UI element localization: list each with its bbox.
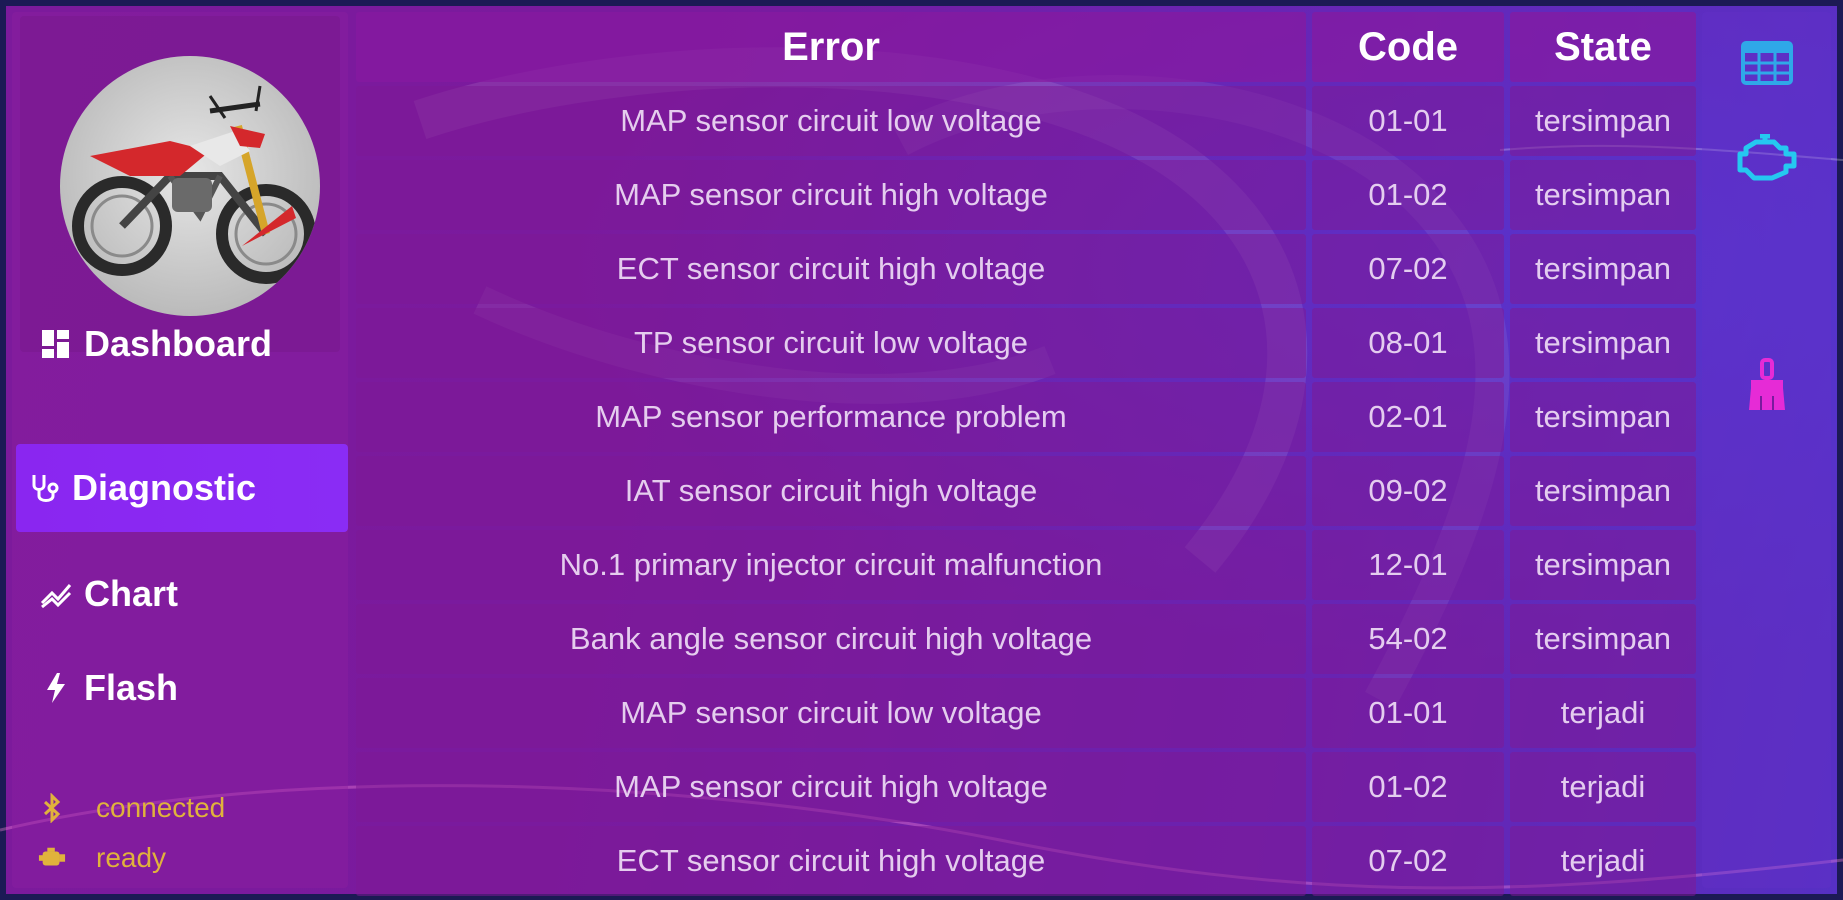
table-row[interactable]: TP sensor circuit low voltage 08-01 ters…: [356, 308, 1696, 378]
table-row[interactable]: MAP sensor circuit low voltage 01-01 ter…: [356, 86, 1696, 156]
error-cell: MAP sensor circuit high voltage: [356, 752, 1306, 822]
state-cell: tersimpan: [1510, 160, 1696, 230]
table-row[interactable]: ECT sensor circuit high voltage 07-02 te…: [356, 826, 1696, 896]
clear-codes-button[interactable]: [1726, 352, 1808, 422]
connection-status-text: connected: [96, 792, 226, 823]
nav-label-flash: Flash: [84, 667, 179, 708]
engine-status-text: ready: [96, 842, 167, 873]
state-cell: tersimpan: [1510, 234, 1696, 304]
app-window: Dashboard Diagnostic Chart Flash connect…: [0, 0, 1843, 900]
error-cell: MAP sensor circuit high voltage: [356, 160, 1306, 230]
check-engine-icon: [1732, 133, 1802, 188]
error-cell: ECT sensor circuit high voltage: [356, 826, 1306, 896]
error-cell: MAP sensor circuit low voltage: [356, 86, 1306, 156]
table-row[interactable]: MAP sensor circuit high voltage 01-02 te…: [356, 160, 1696, 230]
code-cell: 01-01: [1312, 86, 1504, 156]
state-cell: tersimpan: [1510, 382, 1696, 452]
code-cell: 01-02: [1312, 160, 1504, 230]
state-cell: tersimpan: [1510, 456, 1696, 526]
state-cell: terjadi: [1510, 678, 1696, 748]
motorcycle-image: [60, 56, 320, 316]
table-header: Error Code State: [356, 12, 1696, 82]
right-toolbar: [1702, 12, 1831, 888]
table-view-icon: [1741, 41, 1793, 89]
table-row[interactable]: MAP sensor circuit high voltage 01-02 te…: [356, 752, 1696, 822]
table-row[interactable]: No.1 primary injector circuit malfunctio…: [356, 530, 1696, 600]
table-view-button[interactable]: [1726, 30, 1808, 100]
header-error[interactable]: Error: [356, 12, 1306, 82]
error-cell: MAP sensor circuit low voltage: [356, 678, 1306, 748]
dashboard-icon: [38, 326, 74, 362]
stethoscope-icon: [26, 470, 62, 506]
nav-label-dashboard: Dashboard: [84, 323, 273, 364]
code-cell: 12-01: [1312, 530, 1504, 600]
error-cell: MAP sensor performance problem: [356, 382, 1306, 452]
sidebar: Dashboard Diagnostic Chart Flash connect…: [12, 12, 348, 888]
flash-icon: [38, 670, 74, 706]
nav-item-chart[interactable]: Chart: [16, 550, 348, 638]
code-cell: 01-01: [1312, 678, 1504, 748]
code-cell: 01-02: [1312, 752, 1504, 822]
state-cell: terjadi: [1510, 826, 1696, 896]
nav-item-flash[interactable]: Flash: [16, 644, 348, 732]
code-cell: 07-02: [1312, 234, 1504, 304]
state-cell: tersimpan: [1510, 86, 1696, 156]
code-cell: 09-02: [1312, 456, 1504, 526]
code-cell: 54-02: [1312, 604, 1504, 674]
table-row[interactable]: ECT sensor circuit high voltage 07-02 te…: [356, 234, 1696, 304]
table-row[interactable]: MAP sensor performance problem 02-01 ter…: [356, 382, 1696, 452]
engine-status-icon: [38, 844, 66, 872]
state-cell: tersimpan: [1510, 530, 1696, 600]
table-row[interactable]: Bank angle sensor circuit high voltage 5…: [356, 604, 1696, 674]
nav-label-diagnostic: Diagnostic: [72, 467, 257, 508]
code-cell: 07-02: [1312, 826, 1504, 896]
nav-item-diagnostic[interactable]: Diagnostic: [16, 444, 348, 532]
read-codes-button[interactable]: [1726, 126, 1808, 196]
code-cell: 08-01: [1312, 308, 1504, 378]
chart-icon: [38, 576, 74, 612]
state-cell: tersimpan: [1510, 308, 1696, 378]
header-state[interactable]: State: [1510, 12, 1696, 82]
code-cell: 02-01: [1312, 382, 1504, 452]
error-cell: No.1 primary injector circuit malfunctio…: [356, 530, 1306, 600]
bluetooth-icon: [38, 793, 66, 823]
clear-brush-icon: [1745, 358, 1789, 416]
error-cell: TP sensor circuit low voltage: [356, 308, 1306, 378]
engine-status: ready: [38, 842, 166, 874]
error-cell: Bank angle sensor circuit high voltage: [356, 604, 1306, 674]
state-cell: tersimpan: [1510, 604, 1696, 674]
nav-item-dashboard[interactable]: Dashboard: [16, 300, 348, 388]
error-cell: IAT sensor circuit high voltage: [356, 456, 1306, 526]
connection-status: connected: [38, 792, 225, 824]
nav-label-chart: Chart: [84, 573, 179, 614]
header-code[interactable]: Code: [1312, 12, 1504, 82]
error-cell: ECT sensor circuit high voltage: [356, 234, 1306, 304]
state-cell: terjadi: [1510, 752, 1696, 822]
table-row[interactable]: MAP sensor circuit low voltage 01-01 ter…: [356, 678, 1696, 748]
table-row[interactable]: IAT sensor circuit high voltage 09-02 te…: [356, 456, 1696, 526]
